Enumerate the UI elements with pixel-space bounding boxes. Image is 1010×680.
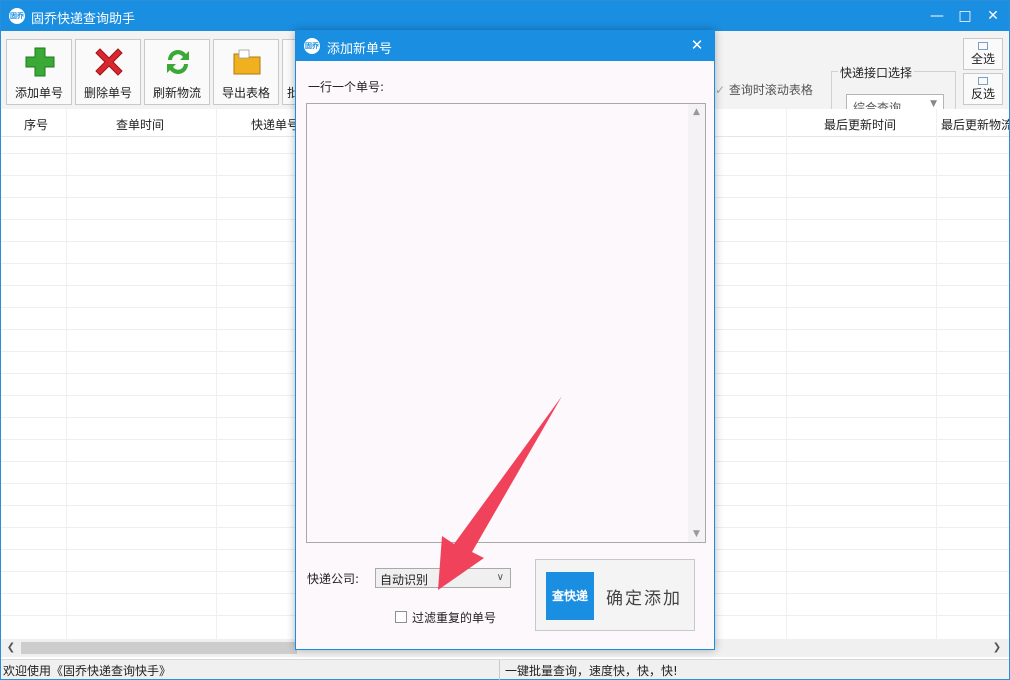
title-bar: 固乔 固乔快递查询助手 — □ ✕ — [1, 1, 1009, 31]
window-title: 固乔快递查询助手 — [31, 12, 136, 27]
filter-duplicates-label[interactable]: 过滤重复的单号 — [412, 609, 496, 626]
folder-icon — [233, 49, 261, 75]
select-all-button[interactable]: 全选 — [963, 38, 1003, 70]
confirm-add-label: 确定添加 — [606, 589, 682, 609]
close-icon[interactable]: ✕ — [688, 36, 706, 54]
dialog-app-logo-icon: 固乔 — [304, 38, 320, 54]
annotation-arrow-icon — [438, 396, 562, 590]
textarea-scrollbar[interactable]: ▲ ▼ — [688, 104, 705, 542]
select-all-icon — [978, 42, 988, 50]
col-query-time[interactable]: 查单时间 — [116, 116, 164, 133]
col-last-update-logistics[interactable]: 最后更新物流 — [941, 116, 1009, 133]
scroll-left-icon[interactable]: ❮ — [3, 640, 19, 656]
add-tracking-button[interactable]: 添加单号 — [6, 39, 72, 105]
app-logo-icon: 固乔 — [9, 8, 25, 24]
status-bar: 欢迎使用《固乔快递查询快手》 一键批量查询，速度快，快，快! — [1, 659, 1009, 680]
delete-tracking-button[interactable]: 删除单号 — [75, 39, 141, 105]
col-index[interactable]: 序号 — [24, 116, 48, 133]
scroll-right-icon[interactable]: ❯ — [989, 640, 1005, 656]
scroll-table-checkbox[interactable]: ✓ 查询时滚动表格 — [715, 81, 813, 98]
maximize-icon[interactable]: □ — [953, 5, 977, 27]
invert-select-icon — [978, 77, 988, 85]
scroll-up-icon[interactable]: ▲ — [688, 104, 705, 120]
scroll-table-label: 查询时滚动表格 — [728, 83, 813, 97]
export-table-label: 导出表格 — [221, 86, 270, 100]
minimize-icon[interactable]: — — [925, 5, 949, 27]
refresh-icon — [167, 50, 189, 75]
courier-company-label: 快递公司: — [307, 572, 360, 586]
select-all-label: 全选 — [970, 52, 995, 66]
api-group-title: 快递接口选择 — [838, 64, 915, 81]
checkmark-icon: ✓ — [715, 83, 726, 97]
add-tracking-label: 添加单号 — [14, 86, 63, 100]
scrollbar-thumb[interactable] — [21, 642, 297, 654]
refresh-logistics-label: 刷新物流 — [152, 86, 201, 100]
filter-duplicates-checkbox[interactable] — [395, 611, 407, 623]
batch-button-label: 批 — [287, 84, 295, 101]
status-left: 欢迎使用《固乔快递查询快手》 — [3, 664, 172, 678]
scroll-down-icon[interactable]: ▼ — [688, 526, 705, 542]
status-divider — [499, 660, 500, 680]
export-table-button[interactable]: 导出表格 — [213, 39, 279, 105]
invert-select-label: 反选 — [970, 87, 995, 101]
batch-button-partial[interactable]: 批 — [282, 39, 296, 105]
chevron-down-icon: ▼ — [930, 99, 937, 109]
col-tracking-number[interactable]: 快递单号 — [251, 116, 299, 133]
invert-select-button[interactable]: 反选 — [963, 73, 1003, 105]
one-per-line-hint: 一行一个单号: — [308, 80, 385, 94]
dialog-title: 添加新单号 — [327, 42, 393, 57]
dialog-title-bar[interactable]: 固乔 添加新单号 ✕ — [296, 31, 714, 61]
plus-icon — [25, 47, 55, 77]
col-last-update-time[interactable]: 最后更新时间 — [824, 116, 896, 133]
cross-icon — [95, 48, 123, 76]
delete-tracking-label: 删除单号 — [83, 86, 132, 100]
close-icon[interactable]: ✕ — [981, 5, 1005, 27]
status-right: 一键批量查询，速度快，快，快! — [505, 664, 678, 678]
refresh-logistics-button[interactable]: 刷新物流 — [144, 39, 210, 105]
